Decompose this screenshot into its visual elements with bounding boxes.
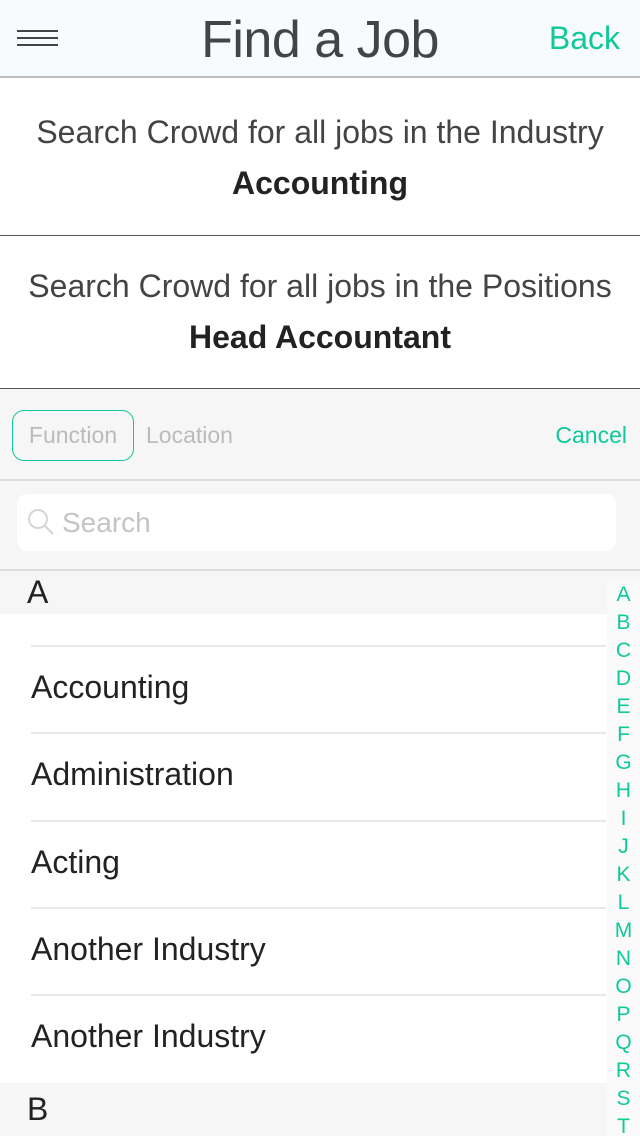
- divider: [31, 645, 606, 647]
- list-item-label: Acting: [31, 844, 120, 880]
- nav-bar: Find a Job Back: [0, 0, 640, 78]
- section-header-a: A: [0, 571, 640, 614]
- section-index[interactable]: ABCDEFGHIJKLMNOPQRST: [607, 581, 640, 1138]
- back-button[interactable]: Back: [549, 20, 620, 57]
- search-bar: Search: [0, 481, 640, 571]
- index-letter-k[interactable]: K: [607, 861, 640, 889]
- index-letter-f[interactable]: F: [607, 721, 640, 749]
- list-item-label: Another Industry: [31, 1018, 266, 1054]
- index-letter-j[interactable]: J: [607, 833, 640, 861]
- section-header-b: B: [0, 1083, 640, 1136]
- positions-value: Head Accountant: [189, 319, 451, 355]
- list-item-label: Administration: [31, 756, 234, 792]
- search-icon: [28, 509, 54, 535]
- list-item[interactable]: Another Industry: [0, 994, 606, 1082]
- page-title: Find a Job: [201, 11, 439, 69]
- positions-search-option[interactable]: Search Crowd for all jobs in the Positio…: [0, 236, 640, 389]
- index-letter-o[interactable]: O: [607, 973, 640, 1001]
- index-letter-q[interactable]: Q: [607, 1029, 640, 1057]
- filter-bar: Function Location Cancel: [0, 389, 640, 481]
- index-letter-r[interactable]: R: [607, 1057, 640, 1085]
- index-letter-b[interactable]: B: [607, 609, 640, 637]
- index-letter-m[interactable]: M: [607, 917, 640, 945]
- industry-search-option[interactable]: Search Crowd for all jobs in the Industr…: [0, 78, 640, 236]
- list-item-label: Another Industry: [31, 931, 266, 967]
- list-item[interactable]: Another Industry: [0, 907, 606, 995]
- index-letter-h[interactable]: H: [607, 777, 640, 805]
- index-letter-a[interactable]: A: [607, 581, 640, 609]
- index-letter-c[interactable]: C: [607, 637, 640, 665]
- divider: [31, 907, 606, 909]
- search-placeholder: Search: [62, 507, 151, 538]
- index-letter-n[interactable]: N: [607, 945, 640, 973]
- tab-function[interactable]: Function: [12, 410, 134, 461]
- list-item-label: Accounting: [31, 669, 190, 705]
- positions-prompt: Search Crowd for all jobs in the Positio…: [28, 268, 612, 304]
- industry-value: Accounting: [232, 165, 408, 201]
- index-letter-p[interactable]: P: [607, 1001, 640, 1029]
- list-item[interactable]: Accounting: [0, 645, 606, 733]
- divider: [31, 820, 606, 822]
- list-item[interactable]: Acting: [0, 820, 606, 908]
- index-letter-i[interactable]: I: [607, 805, 640, 833]
- index-letter-l[interactable]: L: [607, 889, 640, 917]
- list-item[interactable]: [0, 614, 606, 646]
- index-letter-d[interactable]: D: [607, 665, 640, 693]
- cancel-button[interactable]: Cancel: [555, 422, 627, 449]
- tab-location[interactable]: Location: [146, 422, 233, 449]
- list-item[interactable]: Administration: [0, 732, 606, 820]
- index-letter-e[interactable]: E: [607, 693, 640, 721]
- divider: [31, 732, 606, 734]
- divider: [31, 994, 606, 996]
- search-input[interactable]: Search: [17, 494, 616, 551]
- index-letter-s[interactable]: S: [607, 1085, 640, 1113]
- index-letter-t[interactable]: T: [607, 1113, 640, 1141]
- industry-prompt: Search Crowd for all jobs in the Industr…: [36, 114, 604, 150]
- index-letter-g[interactable]: G: [607, 749, 640, 777]
